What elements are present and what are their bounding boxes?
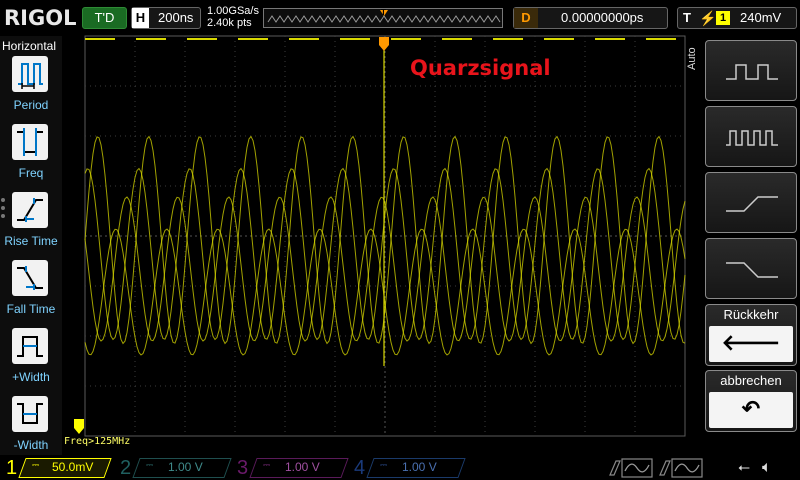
- softkey-falling-edge[interactable]: [705, 238, 797, 299]
- single-pulse-icon: [726, 64, 778, 80]
- channel-1-trace: [84, 38, 686, 366]
- menu-title: Horizontal: [2, 39, 57, 53]
- fall-time-icon: [12, 260, 48, 296]
- period-label: Period: [13, 98, 49, 112]
- measure-freq-button[interactable]: Freq: [0, 124, 62, 182]
- memory-overview-bar[interactable]: T: [263, 8, 503, 28]
- back-arrow-icon: 🡐: [709, 326, 793, 362]
- measure-negative-width-button[interactable]: -Width: [0, 396, 62, 454]
- sample-rate: 1.00GSa/s: [207, 5, 259, 17]
- trigger-channel: 1: [716, 11, 730, 25]
- measure-rise-time-button[interactable]: Rise Time: [0, 192, 62, 250]
- display-markers: [74, 37, 699, 434]
- memory-trigger-label: T: [381, 8, 386, 17]
- brand-logo: RIGOL: [4, 6, 77, 30]
- waveform-display: [74, 35, 699, 437]
- measure-period-button[interactable]: Period: [0, 56, 62, 114]
- timebase-value: 200ns: [158, 10, 194, 25]
- acquisition-info: 1.00GSa/s 2.40k pts: [207, 5, 259, 29]
- frequency-icon: [12, 124, 48, 160]
- channel-2-indicator[interactable]: 2 ⎓ 1.00 V: [118, 457, 233, 479]
- trigger-indicator[interactable]: T ⚡ 1 240mV: [677, 7, 797, 29]
- channel-4-scale: 1.00 V: [402, 460, 437, 474]
- speaker-muted-icon[interactable]: 🔈︎: [762, 457, 788, 479]
- channel-3-number: 3: [237, 457, 249, 479]
- memory-depth: 2.40k pts: [207, 17, 252, 29]
- channel-3-scale: 1.00 V: [285, 460, 320, 474]
- positive-width-label: +Width: [12, 370, 50, 384]
- rising-edge-icon: [726, 196, 778, 212]
- timebase-key: H: [132, 8, 149, 28]
- timebase-indicator[interactable]: H 200ns: [131, 7, 201, 29]
- softkey-pulse-train[interactable]: [705, 106, 797, 167]
- status-bar: RIGOL T'D H 200ns 1.00GSa/s 2.40k pts T …: [0, 0, 800, 36]
- channel-2-number: 2: [120, 457, 132, 479]
- rise-time-icon: [12, 192, 48, 228]
- softkey-single-pulse[interactable]: [705, 40, 797, 101]
- trigger-level: 240mV: [740, 10, 782, 25]
- dc-coupling-icon: ⎓: [32, 460, 40, 470]
- period-icon: [12, 56, 48, 92]
- pulse-train-icon: [726, 130, 778, 146]
- undo-arrow-icon: ↶: [709, 392, 793, 428]
- channel-4-indicator[interactable]: 4 ⎓ 1.00 V: [352, 457, 467, 479]
- reference-waveform-button[interactable]: [656, 457, 706, 479]
- measure-positive-width-button[interactable]: +Width: [0, 328, 62, 386]
- frequency-readout: Freq>125MHz: [64, 436, 131, 447]
- channel-1-number: 1: [6, 457, 18, 479]
- falling-edge-icon: [726, 262, 778, 278]
- softkey-rising-edge[interactable]: [705, 172, 797, 233]
- waveform-annotation: Quarzsignal: [410, 56, 551, 80]
- cancel-label: abbrechen: [720, 373, 782, 388]
- measure-fall-time-button[interactable]: Fall Time: [0, 260, 62, 318]
- channel-1-indicator[interactable]: 1 ⎓ 50.0mV: [0, 457, 115, 479]
- delay-key: D: [514, 8, 538, 28]
- dc-coupling-icon: ⎓: [380, 460, 388, 470]
- freq-label: Freq: [18, 166, 44, 180]
- rise-time-label: Rise Time: [4, 234, 58, 248]
- channel-bar: 1 ⎓ 50.0mV 2 ⎓ 1.00 V 3 ⎓ 1.00 V 4 ⎓ 1.0…: [0, 455, 800, 480]
- usb-icon: ⭠: [738, 459, 751, 476]
- auto-mode-label: Auto: [686, 47, 698, 70]
- dc-coupling-icon: ⎓: [263, 460, 271, 470]
- delay-value: 0.00000000ps: [561, 10, 644, 25]
- back-label: Rückkehr: [723, 307, 779, 322]
- horizontal-measure-menu: Horizontal Period Freq Rise Time Fall Ti…: [0, 36, 62, 456]
- trigger-status-badge: T'D: [82, 7, 127, 29]
- dc-coupling-icon: ⎓: [146, 460, 154, 470]
- math-waveform-button[interactable]: [606, 457, 656, 479]
- trigger-key: T: [683, 10, 691, 25]
- channel-3-indicator[interactable]: 3 ⎓ 1.00 V: [235, 457, 350, 479]
- negative-width-label: -Width: [13, 438, 49, 452]
- delay-indicator[interactable]: D 0.00000000ps: [513, 7, 668, 29]
- channel-2-scale: 1.00 V: [168, 460, 203, 474]
- fall-time-label: Fall Time: [6, 302, 56, 316]
- channel-1-scale: 50.0mV: [52, 460, 94, 474]
- channel-4-number: 4: [354, 457, 366, 479]
- graticule: [84, 35, 686, 437]
- rising-edge-icon: ⚡: [699, 10, 717, 26]
- negative-width-icon: [12, 396, 48, 432]
- positive-width-icon: [12, 328, 48, 364]
